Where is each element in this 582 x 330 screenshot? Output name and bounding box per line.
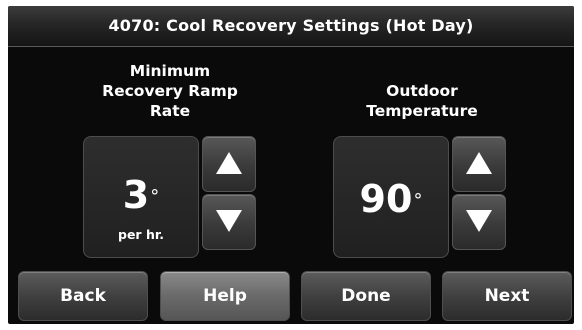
thermostat-screen: 4070: Cool Recovery Settings (Hot Day) M… [8,6,574,324]
ramp-rate-label-line-2: Recovery Ramp [102,82,238,100]
page-title: 4070: Cool Recovery Settings (Hot Day) [8,6,574,47]
outdoor-temperature-label: Outdoor Temperature [322,81,522,121]
down-arrow-icon [466,210,492,232]
ramp-rate-value-box: 3° per hr. [83,136,199,258]
outdoor-temperature-down-button[interactable] [452,194,506,250]
degree-symbol: ° [413,190,423,211]
back-button[interactable]: Back [18,271,148,321]
degree-symbol: ° [150,186,160,207]
outdoor-temperature-label-line-1: Outdoor [386,82,458,100]
outdoor-temperature-value-box: 90° [333,136,449,258]
ramp-rate-value: 3 [122,173,150,217]
up-arrow-icon [466,152,492,174]
help-button[interactable]: Help [160,271,290,321]
outdoor-temperature-value-display: 90° [334,179,448,219]
ramp-rate-label-line-1: Minimum [129,62,211,80]
ramp-rate-label-line-3: Rate [149,102,191,120]
up-arrow-icon [216,152,242,174]
next-button[interactable]: Next [442,271,572,321]
outdoor-temperature-label-line-2: Temperature [366,102,478,120]
ramp-rate-value-display: 3° [84,175,198,215]
ramp-rate-unit: per hr. [118,227,164,242]
ramp-rate-label: Minimum Recovery Ramp Rate [70,61,270,121]
outdoor-temperature-up-button[interactable] [452,136,506,192]
done-button[interactable]: Done [301,271,431,321]
ramp-rate-down-button[interactable] [202,194,256,250]
ramp-rate-up-button[interactable] [202,136,256,192]
outdoor-temperature-value: 90 [359,177,413,221]
down-arrow-icon [216,210,242,232]
